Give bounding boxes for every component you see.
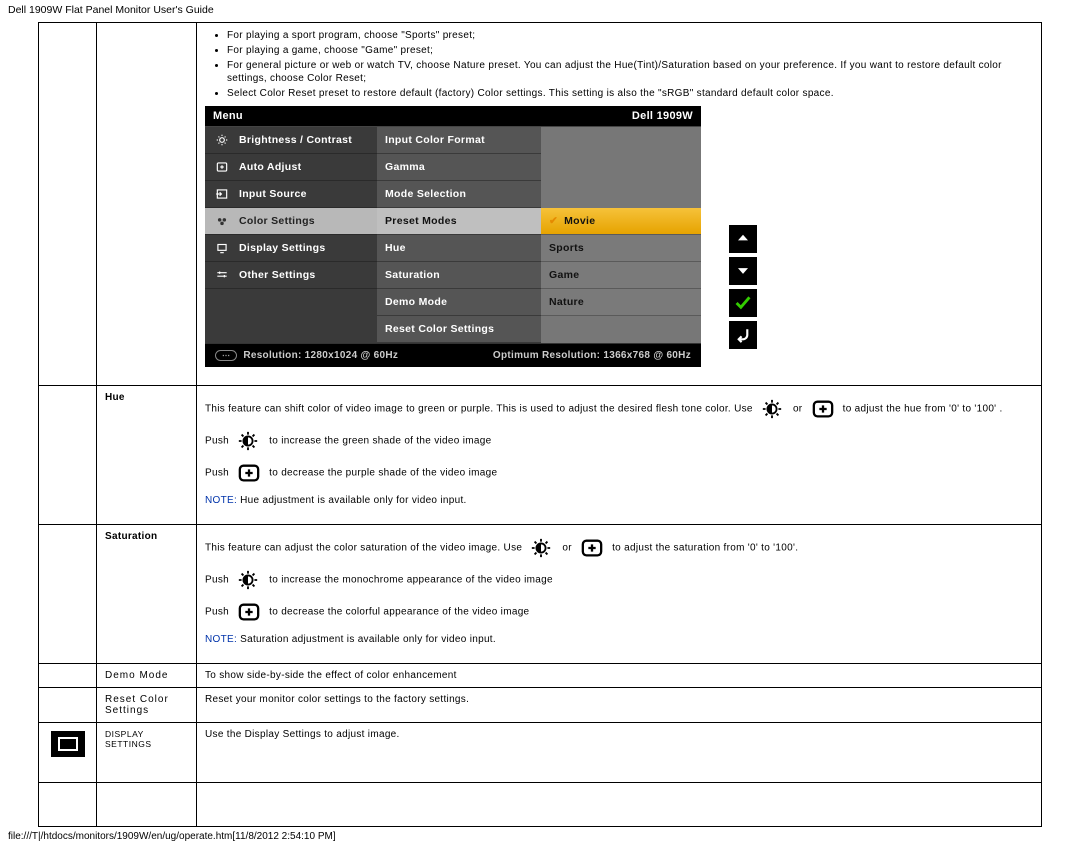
osd-optimum-resolution: Optimum Resolution: 1366x768 @ 60Hz	[493, 350, 691, 361]
label-demo-mode: Demo Mode	[97, 664, 197, 688]
osd-menu: Menu Dell 1909W Brightness / Contrast	[205, 106, 701, 367]
osd-resolution: Resolution: 1280x1024 @ 60Hz	[243, 350, 398, 361]
osd-right-game[interactable]: Game	[541, 262, 701, 289]
label-cell-empty	[97, 23, 197, 386]
check-icon: ✔	[549, 215, 558, 227]
nav-ok-button[interactable]	[729, 289, 757, 317]
box-plus-icon	[235, 601, 263, 623]
label-display-settings: DISPLAY SETTINGS	[97, 723, 197, 783]
icon-cell-demo	[39, 664, 97, 688]
osd-left-displaysettings[interactable]: Display Settings	[205, 235, 377, 262]
empty-icon-cell	[39, 783, 97, 827]
label-reset-color: Reset Color Settings	[97, 688, 197, 723]
note-label: NOTE:	[205, 634, 237, 645]
osd-left-othersettings[interactable]: Other Settings	[205, 262, 377, 289]
sun-icon	[235, 430, 263, 452]
osd-right-sports[interactable]: Sports	[541, 235, 701, 262]
osd-left-column: Brightness / Contrast Auto Adjust Input …	[205, 127, 377, 343]
inputsource-icon	[213, 187, 231, 201]
label-hue: Hue	[97, 386, 197, 525]
displaysettings-icon	[213, 241, 231, 255]
osd-right-column: ✔ Movie Sports Game Nature	[541, 127, 701, 343]
desc-saturation: This feature can adjust the color satura…	[197, 525, 1042, 664]
nav-up-button[interactable]	[729, 225, 757, 253]
box-plus-icon	[578, 537, 606, 559]
display-settings-icon	[51, 731, 85, 757]
osd-mid-hue[interactable]: Hue	[377, 235, 541, 262]
page-title: Dell 1909W Flat Panel Monitor User's Gui…	[0, 0, 1080, 22]
icon-cell-empty	[39, 23, 97, 386]
note-label: NOTE:	[205, 495, 237, 506]
osd-mid-demomode[interactable]: Demo Mode	[377, 289, 541, 316]
colorsettings-icon	[213, 214, 231, 228]
osd-mid-saturation[interactable]: Saturation	[377, 262, 541, 289]
box-plus-icon	[235, 462, 263, 484]
othersettings-icon	[213, 268, 231, 282]
osd-mid-gamma[interactable]: Gamma	[377, 154, 541, 181]
top-description-cell: For playing a sport program, choose "Spo…	[197, 23, 1042, 386]
preset-bullets: For playing a sport program, choose "Spo…	[205, 29, 1033, 100]
osd-mid-inputcolor[interactable]: Input Color Format	[377, 127, 541, 154]
sun-icon	[759, 398, 787, 420]
osd-right-nature[interactable]: Nature	[541, 289, 701, 316]
osd-right-movie[interactable]: ✔ Movie	[541, 208, 701, 235]
timing-badge: ⋯	[215, 350, 237, 361]
bullet-color-reset: Select Color Reset preset to restore def…	[227, 87, 1033, 100]
osd-left-brightness[interactable]: Brightness / Contrast	[205, 127, 377, 154]
osd-left-inputsource[interactable]: Input Source	[205, 181, 377, 208]
nav-down-button[interactable]	[729, 257, 757, 285]
osd-mid-modeselection[interactable]: Mode Selection	[377, 181, 541, 208]
brightness-icon	[213, 133, 231, 147]
empty-desc-cell	[197, 783, 1042, 827]
icon-cell-display	[39, 723, 97, 783]
osd-title-left: Menu	[213, 110, 243, 122]
osd-mid-resetcolor[interactable]: Reset Color Settings	[377, 316, 541, 343]
osd-title-right: Dell 1909W	[632, 110, 693, 122]
label-saturation: Saturation	[97, 525, 197, 664]
osd-mid-column: Input Color Format Gamma Mode Selection …	[377, 127, 541, 343]
desc-reset-color: Reset your monitor color settings to the…	[197, 688, 1042, 723]
sun-icon	[235, 569, 263, 591]
desc-display-settings: Use the Display Settings to adjust image…	[197, 723, 1042, 783]
desc-hue: This feature can shift color of video im…	[197, 386, 1042, 525]
icon-cell-hue	[39, 386, 97, 525]
icon-cell-sat	[39, 525, 97, 664]
content-table: For playing a sport program, choose "Spo…	[38, 22, 1042, 827]
sun-icon	[528, 537, 556, 559]
autoadjust-icon	[213, 160, 231, 174]
desc-demo-mode: To show side-by-side the effect of color…	[197, 664, 1042, 688]
footer-file-path: file:///T|/htdocs/monitors/1909W/en/ug/o…	[0, 827, 1080, 850]
empty-label-cell	[97, 783, 197, 827]
bullet-sports: For playing a sport program, choose "Spo…	[227, 29, 1033, 42]
nav-back-button[interactable]	[729, 321, 757, 349]
box-plus-icon	[809, 398, 837, 420]
osd-mid-presetmodes[interactable]: Preset Modes	[377, 208, 541, 235]
osd-left-autoadjust[interactable]: Auto Adjust	[205, 154, 377, 181]
bullet-nature: For general picture or web or watch TV, …	[227, 59, 1033, 85]
osd-nav-buttons	[729, 225, 759, 349]
icon-cell-reset	[39, 688, 97, 723]
osd-left-colorsettings[interactable]: Color Settings	[205, 208, 377, 235]
bullet-game: For playing a game, choose "Game" preset…	[227, 44, 1033, 57]
